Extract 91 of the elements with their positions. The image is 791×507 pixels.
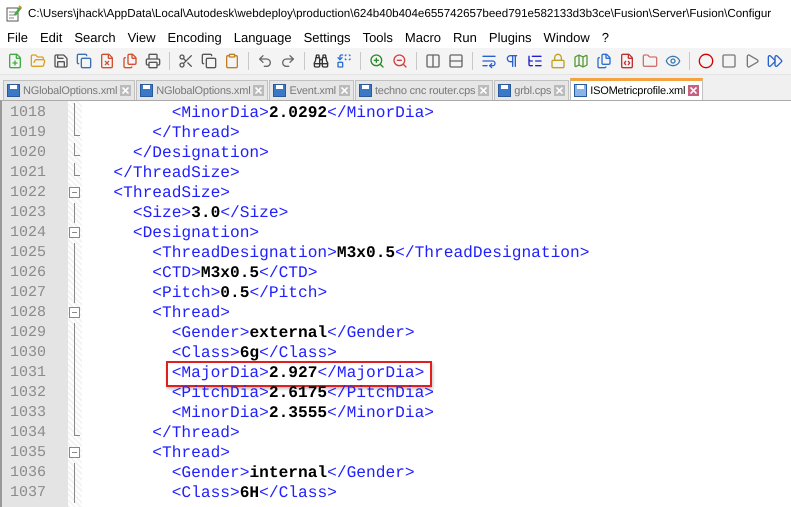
line-number: 1018 bbox=[9, 103, 48, 123]
code-line: <Thread> bbox=[151, 303, 230, 323]
stop-icon[interactable] bbox=[720, 52, 738, 70]
line-number: 1027 bbox=[9, 283, 48, 303]
file-save-icon bbox=[498, 84, 512, 97]
line-number: 1028 bbox=[9, 303, 48, 323]
code-line: <Size>3.0</Size> bbox=[132, 203, 288, 223]
code-line: <ThreadDesignation>M3x0.5</ThreadDesignation> bbox=[151, 243, 590, 263]
code-line: <Thread> bbox=[151, 443, 230, 463]
zoom-out-icon[interactable] bbox=[391, 52, 409, 70]
print-icon[interactable] bbox=[144, 52, 162, 70]
line-number: 1035 bbox=[9, 443, 48, 463]
file-tab[interactable]: NGlobalOptions.xml bbox=[3, 80, 136, 100]
line-number: 1020 bbox=[9, 143, 48, 163]
map-icon[interactable] bbox=[572, 52, 590, 70]
file-tab[interactable]: ISOMetricprofile.xml bbox=[570, 78, 704, 100]
line-number: 1022 bbox=[9, 183, 48, 203]
code-line: <Gender>external</Gender> bbox=[170, 323, 415, 343]
close-icon[interactable] bbox=[688, 85, 700, 96]
file-save-icon bbox=[358, 84, 372, 97]
code-line: <CTD>M3x0.5</CTD> bbox=[151, 263, 318, 283]
fast-forward-icon[interactable] bbox=[766, 52, 784, 70]
menu-item[interactable]: Run bbox=[448, 30, 484, 44]
code-line: <Class>6H</Class> bbox=[170, 483, 337, 503]
file-tab[interactable]: grbl.cps bbox=[494, 80, 570, 100]
code-line: <MinorDia>2.0292</MinorDia> bbox=[170, 103, 434, 123]
zoom-in-icon[interactable] bbox=[368, 52, 386, 70]
line-number: 1023 bbox=[9, 203, 48, 223]
menu-item[interactable]: View bbox=[122, 30, 163, 44]
menu-item[interactable]: Encoding bbox=[162, 30, 229, 44]
search-icon[interactable] bbox=[312, 52, 330, 70]
line-number: 1033 bbox=[9, 403, 48, 423]
line-number: 1036 bbox=[9, 463, 48, 483]
menu-item[interactable]: Search bbox=[69, 30, 123, 44]
paste-icon[interactable] bbox=[223, 52, 241, 70]
new-file-icon[interactable] bbox=[6, 52, 24, 70]
file-tab[interactable]: NGlobalOptions.xml bbox=[136, 80, 268, 100]
file-save-icon bbox=[273, 84, 286, 97]
fold-minus-icon[interactable] bbox=[69, 187, 80, 198]
undo-icon[interactable] bbox=[256, 52, 274, 70]
file-save-icon bbox=[7, 84, 20, 97]
redo-icon[interactable] bbox=[279, 52, 297, 70]
file-save-icon bbox=[140, 84, 154, 97]
line-number: 1029 bbox=[9, 323, 48, 343]
file-tab[interactable]: Event.xml bbox=[269, 80, 354, 100]
code-line: <PitchDia>2.6175</PitchDia> bbox=[170, 383, 434, 403]
menu-item[interactable]: Language bbox=[228, 30, 299, 44]
menu-item[interactable]: Edit bbox=[34, 30, 70, 44]
line-number: 1034 bbox=[9, 423, 48, 443]
menu-item[interactable]: Plugins bbox=[484, 30, 539, 44]
code-line: </Thread> bbox=[151, 123, 240, 143]
code-line: <MinorDia>2.3555</MinorDia> bbox=[170, 403, 434, 423]
save-icon[interactable] bbox=[52, 52, 70, 70]
fold-minus-icon[interactable] bbox=[69, 227, 80, 238]
code-line: <MajorDia>2.927</MajorDia> bbox=[94, 363, 424, 383]
close-file-icon[interactable] bbox=[98, 52, 116, 70]
line-number: 1019 bbox=[9, 123, 48, 143]
line-number: 1030 bbox=[9, 343, 48, 363]
line-number: 1021 bbox=[9, 163, 48, 183]
lock-icon[interactable] bbox=[549, 52, 567, 70]
cut-icon[interactable] bbox=[177, 52, 195, 70]
menu-item[interactable]: Settings bbox=[298, 30, 358, 44]
notepad-icon bbox=[6, 4, 22, 22]
code-line: <Designation> bbox=[132, 223, 260, 243]
fold-minus-icon[interactable] bbox=[69, 307, 80, 318]
menu-item[interactable]: Macro bbox=[400, 30, 448, 44]
line-number: 1037 bbox=[9, 483, 48, 503]
menu-item[interactable]: File bbox=[2, 30, 35, 44]
code-line: <Class>6g</Class> bbox=[170, 343, 337, 363]
file-tab[interactable]: techno cnc router.cps bbox=[354, 80, 494, 100]
folder-icon[interactable] bbox=[29, 52, 47, 70]
code-line: </Designation> bbox=[132, 143, 269, 163]
code-line: </ThreadSize> bbox=[112, 163, 240, 183]
code-line: <Pitch>0.5</Pitch> bbox=[151, 283, 328, 303]
line-number: 1025 bbox=[9, 243, 48, 263]
code-line: <Gender>internal</Gender> bbox=[170, 463, 415, 483]
menu-item[interactable]: Tools bbox=[358, 30, 400, 44]
file-save-icon bbox=[574, 84, 588, 97]
code-line: </Thread> bbox=[151, 423, 240, 443]
record-icon[interactable] bbox=[697, 52, 715, 70]
line-number: 1024 bbox=[9, 223, 48, 243]
menu-item[interactable]: Window bbox=[538, 30, 597, 44]
line-number: 1026 bbox=[9, 263, 48, 283]
line-number: 1032 bbox=[9, 383, 48, 403]
code-line: <ThreadSize> bbox=[112, 183, 230, 203]
fold-minus-icon[interactable] bbox=[69, 447, 80, 458]
window-title: C:\Users\jhack\AppData\Local\Autodesk\webdeploy\production\624b40b404e655742657beed791e582133d3b3ce\Fusion\Server\Fusion\Configur bbox=[28, 6, 772, 20]
documents-icon[interactable] bbox=[595, 52, 613, 70]
line-number: 1031 bbox=[9, 363, 48, 383]
copy-icon[interactable] bbox=[200, 52, 218, 70]
menu-item[interactable]: ? bbox=[596, 30, 616, 44]
